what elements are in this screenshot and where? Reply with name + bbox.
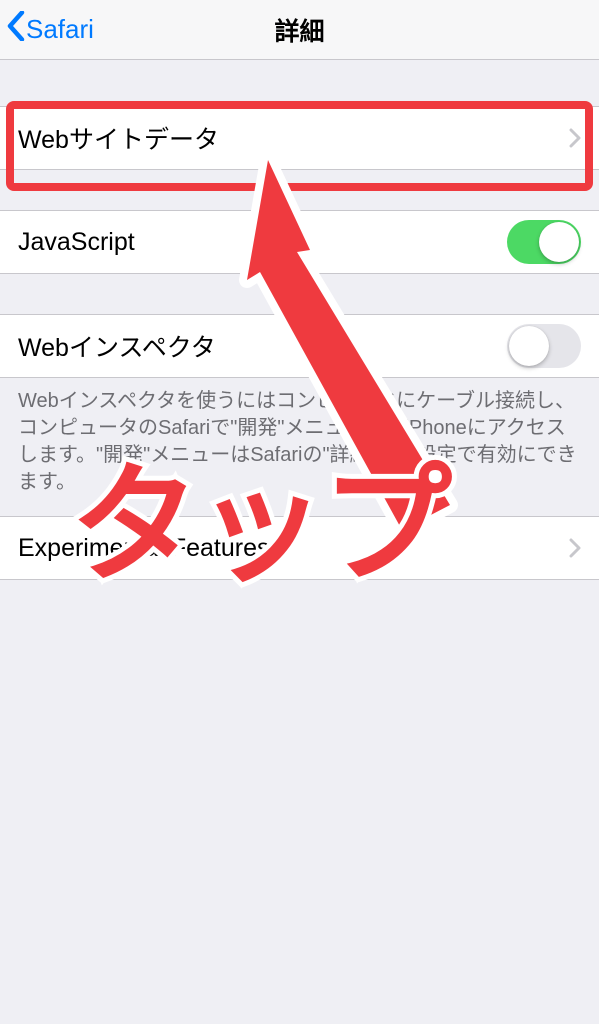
group-web-inspector: Webインスペクタ Webインスペクタを使うにはコンピュータにケーブル接続し、コ… <box>0 314 599 496</box>
back-label: Safari <box>26 14 94 45</box>
toggle-knob <box>509 326 549 366</box>
toggle-knob <box>539 222 579 262</box>
back-button[interactable]: Safari <box>0 11 94 48</box>
group-website-data: Webサイトデータ <box>0 106 599 170</box>
web-inspector-footer: Webインスペクタを使うにはコンピュータにケーブル接続し、コンピュータのSafa… <box>0 378 599 496</box>
row-website-data[interactable]: Webサイトデータ <box>0 106 599 170</box>
row-label: Experimental Features <box>18 534 270 563</box>
row-web-inspector: Webインスペクタ <box>0 314 599 378</box>
chevron-right-icon <box>569 538 581 558</box>
group-javascript: JavaScript <box>0 210 599 274</box>
row-label: Webインスペクタ <box>18 328 216 364</box>
row-experimental-features[interactable]: Experimental Features <box>0 516 599 580</box>
chevron-left-icon <box>7 11 25 48</box>
row-label: Webサイトデータ <box>18 120 219 156</box>
toggle-web-inspector[interactable] <box>507 324 581 368</box>
chevron-right-icon <box>569 128 581 148</box>
row-label: JavaScript <box>18 228 135 257</box>
group-experimental: Experimental Features <box>0 516 599 580</box>
navbar: Safari 詳細 <box>0 0 599 60</box>
row-javascript: JavaScript <box>0 210 599 274</box>
toggle-javascript[interactable] <box>507 220 581 264</box>
